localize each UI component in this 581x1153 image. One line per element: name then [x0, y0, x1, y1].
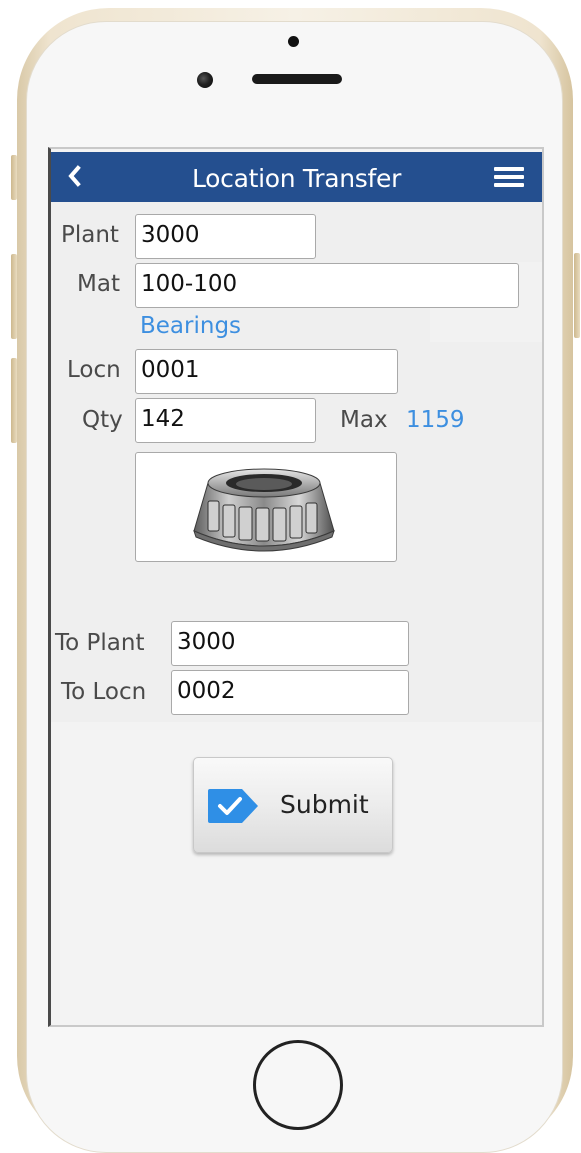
location-label: Locn: [67, 357, 121, 383]
page-title: Location Transfer: [191, 164, 402, 193]
max-value: 1159: [406, 407, 465, 433]
app-screen: Location Transfer Plant 3000 Mat 100-100…: [48, 147, 544, 1027]
earpiece-speaker: [252, 74, 342, 84]
material-description: Bearings: [140, 313, 242, 339]
phone-side-button: [11, 358, 17, 443]
material-field[interactable]: 100-100: [135, 263, 519, 308]
to-plant-field[interactable]: 3000: [171, 621, 409, 666]
to-location-label: To Locn: [61, 679, 147, 705]
phone-side-button: [11, 155, 17, 200]
plant-label: Plant: [61, 222, 119, 248]
to-plant-label: To Plant: [55, 630, 145, 656]
plant-field[interactable]: 3000: [135, 214, 316, 259]
to-location-field[interactable]: 0002: [171, 670, 409, 715]
material-label: Mat: [77, 271, 120, 297]
checkmark-tag-icon: [206, 785, 262, 827]
front-camera: [197, 72, 213, 88]
phone-side-button: [11, 254, 17, 339]
quantity-label: Qty: [82, 407, 123, 433]
bearing-image: [193, 468, 335, 552]
max-label: Max: [340, 407, 388, 433]
phone-side-button: [574, 253, 580, 338]
submit-button[interactable]: Submit: [193, 757, 393, 853]
hamburger-menu-icon[interactable]: [494, 167, 524, 187]
home-button[interactable]: [253, 1040, 343, 1130]
app-header: Location Transfer: [51, 152, 542, 202]
location-field[interactable]: 0001: [135, 349, 398, 394]
material-image: [135, 452, 397, 562]
sensor-dot: [288, 36, 299, 47]
submit-label: Submit: [280, 790, 369, 819]
quantity-field[interactable]: 142: [135, 398, 316, 443]
form-area: Plant 3000 Mat 100-100 Bearings Locn 000…: [51, 202, 542, 722]
